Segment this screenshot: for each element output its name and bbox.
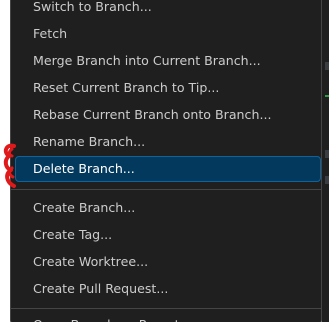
- menu-item-switch-to-branch[interactable]: Switch to Branch...: [15, 0, 321, 20]
- menu-separator: [11, 189, 321, 190]
- menu-item-reset-current-branch[interactable]: Reset Current Branch to Tip...: [15, 75, 321, 101]
- editor-background-strip: [322, 0, 329, 322]
- menu-item-rebase-current-branch[interactable]: Rebase Current Branch onto Branch...: [15, 102, 321, 128]
- editor-change-mark: [325, 95, 329, 97]
- menu-item-create-tag[interactable]: Create Tag...: [15, 222, 321, 248]
- editor-text-mark: [325, 150, 329, 158]
- branch-context-menu: Switch to Branch... Fetch Merge Branch i…: [10, 0, 322, 322]
- menu-separator: [11, 308, 321, 309]
- menu-item-merge-branch[interactable]: Merge Branch into Current Branch...: [15, 48, 321, 74]
- menu-item-delete-branch[interactable]: Delete Branch...: [15, 156, 321, 182]
- editor-text-mark: [325, 176, 329, 184]
- screenshot-stage: Switch to Branch... Fetch Merge Branch i…: [0, 0, 329, 322]
- menu-item-create-pull-request[interactable]: Create Pull Request...: [15, 276, 321, 302]
- editor-text-mark: [325, 62, 329, 70]
- menu-item-create-worktree[interactable]: Create Worktree...: [15, 249, 321, 275]
- menu-item-rename-branch[interactable]: Rename Branch...: [15, 129, 321, 155]
- menu-item-open-branch-on-remote[interactable]: Open Branch on Remote: [15, 312, 321, 322]
- menu-item-create-branch[interactable]: Create Branch...: [15, 195, 321, 221]
- menu-item-fetch[interactable]: Fetch: [15, 21, 321, 47]
